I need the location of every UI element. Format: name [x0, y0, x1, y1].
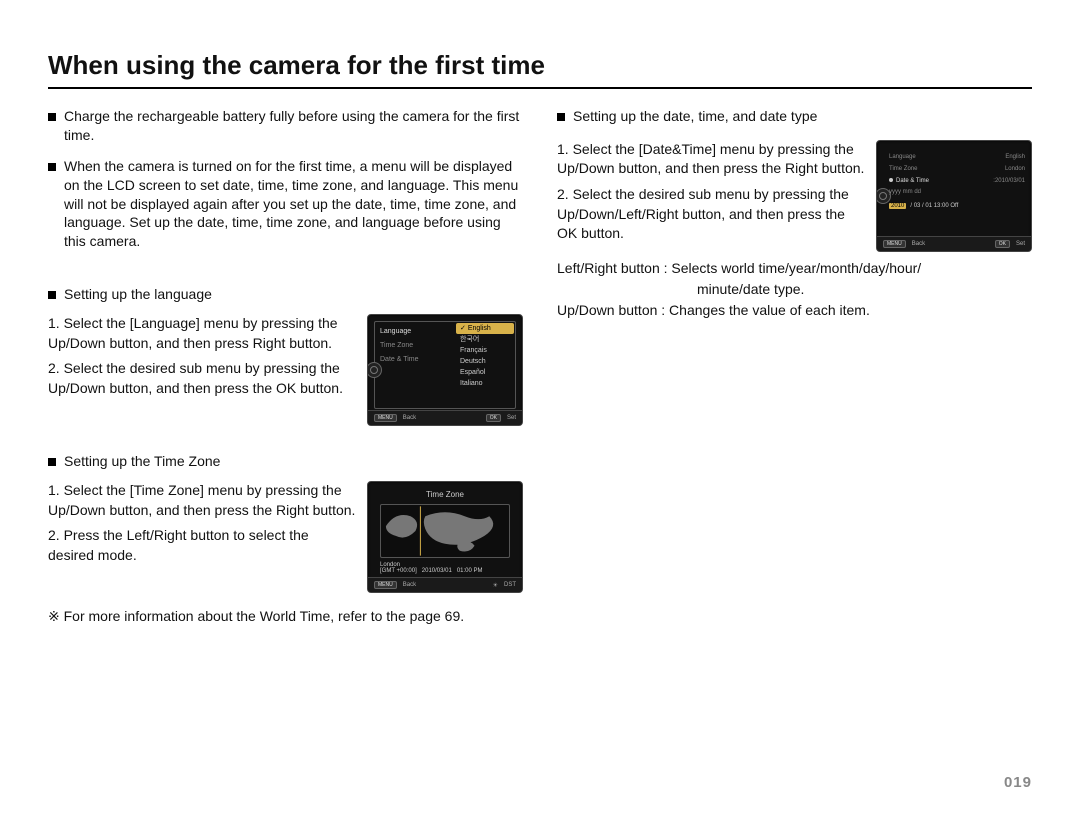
title-rule [48, 87, 1032, 89]
lcd-dt-left: Language Time Zone Date & Time [889, 151, 929, 187]
timezone-heading-text: Setting up the Time Zone [64, 452, 220, 471]
datetime-heading-text: Setting up the date, time, and date type [573, 107, 817, 126]
intro-text-1: Charge the rechargeable battery fully be… [64, 107, 523, 145]
two-column-layout: Charge the rechargeable battery fully be… [48, 107, 1032, 627]
lcd-dt-year-highlight: 2010 [889, 203, 906, 209]
language-step-1: 1. Select the [Language] menu by pressin… [48, 314, 357, 353]
menu-badge-icon: MENU [374, 414, 397, 422]
lcd-tz-time: 01:00 PM [457, 568, 483, 574]
lcd-dt-val: London [993, 163, 1025, 175]
lcd-lang-option: Français [456, 345, 514, 356]
datetime-step-1: 1. Select the [Date&Time] menu by pressi… [557, 140, 866, 179]
lcd-tz-date: 2010/03/01 [422, 568, 452, 574]
lcd-lang-option: Italiano [456, 378, 514, 389]
lcd-lang-option: Español [456, 367, 514, 378]
world-map-icon [380, 504, 510, 558]
lcd-tz-gmt: [GMT +00:00] [380, 568, 417, 574]
timezone-steps: 1. Select the [Time Zone] menu by pressi… [48, 481, 357, 565]
language-step-2: 2. Select the desired sub menu by pressi… [48, 359, 357, 398]
lcd-dt-row: 2010 / 03 / 01 13:00 Off [889, 203, 958, 209]
lcd-menu-item: Date & Time [889, 175, 929, 187]
lcd-footer: MENU Back OK Set [877, 236, 1031, 251]
page-title: When using the camera for the first time [48, 50, 1032, 81]
updown-explain: Up/Down button : Changes the value of ea… [557, 300, 1032, 321]
lcd-dt-val: English [993, 151, 1025, 163]
lcd-tz-title: Time Zone [368, 490, 522, 499]
intro-bullet-1: Charge the rechargeable battery fully be… [48, 107, 523, 149]
lcd-dt-format: yyyy mm dd [889, 189, 921, 195]
lcd-menu-item: Time Zone [889, 163, 929, 175]
timezone-steps-row: 1. Select the [Time Zone] menu by pressi… [48, 481, 523, 593]
sun-icon: ☀ [493, 582, 498, 589]
lcd-footer-set: Set [1016, 241, 1025, 247]
lcd-footer-dst: DST [504, 582, 516, 588]
lcd-footer-back: Back [912, 241, 925, 247]
left-column: Charge the rechargeable battery fully be… [48, 107, 523, 627]
lcd-timezone-screenshot: Time Zone London [GMT +00:00] 2010/03/01… [367, 481, 523, 593]
square-bullet-icon [48, 163, 56, 171]
language-steps-row: 1. Select the [Language] menu by pressin… [48, 314, 523, 426]
lcd-datetime-screenshot: Language Time Zone Date & Time English L… [876, 140, 1032, 252]
intro-bullet-2: When the camera is turned on for the fir… [48, 157, 523, 265]
timezone-footnote: ※ For more information about the World T… [48, 607, 523, 627]
lcd-menu-item: Language [380, 325, 419, 339]
square-bullet-icon [557, 113, 565, 121]
lcd-menu-item: Date & Time [380, 353, 419, 367]
ok-badge-icon: OK [486, 414, 501, 422]
lcd-footer: MENU Back OK Set [368, 410, 522, 425]
square-bullet-icon [48, 291, 56, 299]
language-steps: 1. Select the [Language] menu by pressin… [48, 314, 357, 398]
datetime-steps: 1. Select the [Date&Time] menu by pressi… [557, 140, 866, 244]
datetime-step-2: 2. Select the desired sub menu by pressi… [557, 185, 866, 244]
lcd-dt-right: English London :2010/03/01 [993, 151, 1025, 187]
datetime-steps-row: 1. Select the [Date&Time] menu by pressi… [557, 140, 1032, 252]
manual-page: When using the camera for the first time… [0, 0, 1080, 815]
leftright-explain-cont: minute/date type. [557, 279, 1032, 300]
ok-badge-icon: OK [995, 240, 1010, 248]
lcd-right-menu: English 한국어 Français Deutsch Español Ita… [456, 323, 514, 389]
menu-badge-icon: MENU [374, 581, 397, 589]
lcd-menu-item: Time Zone [380, 339, 419, 353]
datetime-heading: Setting up the date, time, and date type [557, 107, 1032, 132]
timezone-step-1: 1. Select the [Time Zone] menu by pressi… [48, 481, 357, 520]
lcd-tz-info: London [GMT +00:00] 2010/03/01 01:00 PM [380, 562, 483, 574]
language-heading-text: Setting up the language [64, 285, 212, 304]
lcd-dt-rest: / 03 / 01 13:00 Off [910, 203, 958, 209]
lcd-lang-option: 한국어 [456, 334, 514, 345]
world-map-svg [381, 505, 509, 557]
lcd-dt-val: :2010/03/01 [993, 175, 1025, 187]
lcd-lang-option: Deutsch [456, 356, 514, 367]
lcd-language-screenshot: Language Time Zone Date & Time English 한… [367, 314, 523, 426]
intro-text-2: When the camera is turned on for the fir… [64, 157, 523, 251]
lcd-footer-back: Back [403, 582, 416, 588]
lcd-footer: MENU Back ☀ DST [368, 577, 522, 592]
page-number: 019 [1004, 774, 1032, 791]
square-bullet-icon [48, 458, 56, 466]
right-column: Setting up the date, time, and date type… [557, 107, 1032, 627]
lcd-footer-set: Set [507, 415, 516, 421]
lcd-left-menu: Language Time Zone Date & Time [380, 325, 419, 367]
language-heading: Setting up the language [48, 285, 523, 304]
timezone-step-2: 2. Press the Left/Right button to select… [48, 526, 357, 565]
lcd-menu-item: Language [889, 151, 929, 163]
timezone-heading: Setting up the Time Zone [48, 452, 523, 471]
square-bullet-icon [48, 113, 56, 121]
menu-badge-icon: MENU [883, 240, 906, 248]
lcd-footer-back: Back [403, 415, 416, 421]
lcd-lang-option: English [456, 323, 514, 334]
leftright-explain: Left/Right button : Selects world time/y… [557, 258, 1032, 279]
button-explanation: Left/Right button : Selects world time/y… [557, 258, 1032, 321]
